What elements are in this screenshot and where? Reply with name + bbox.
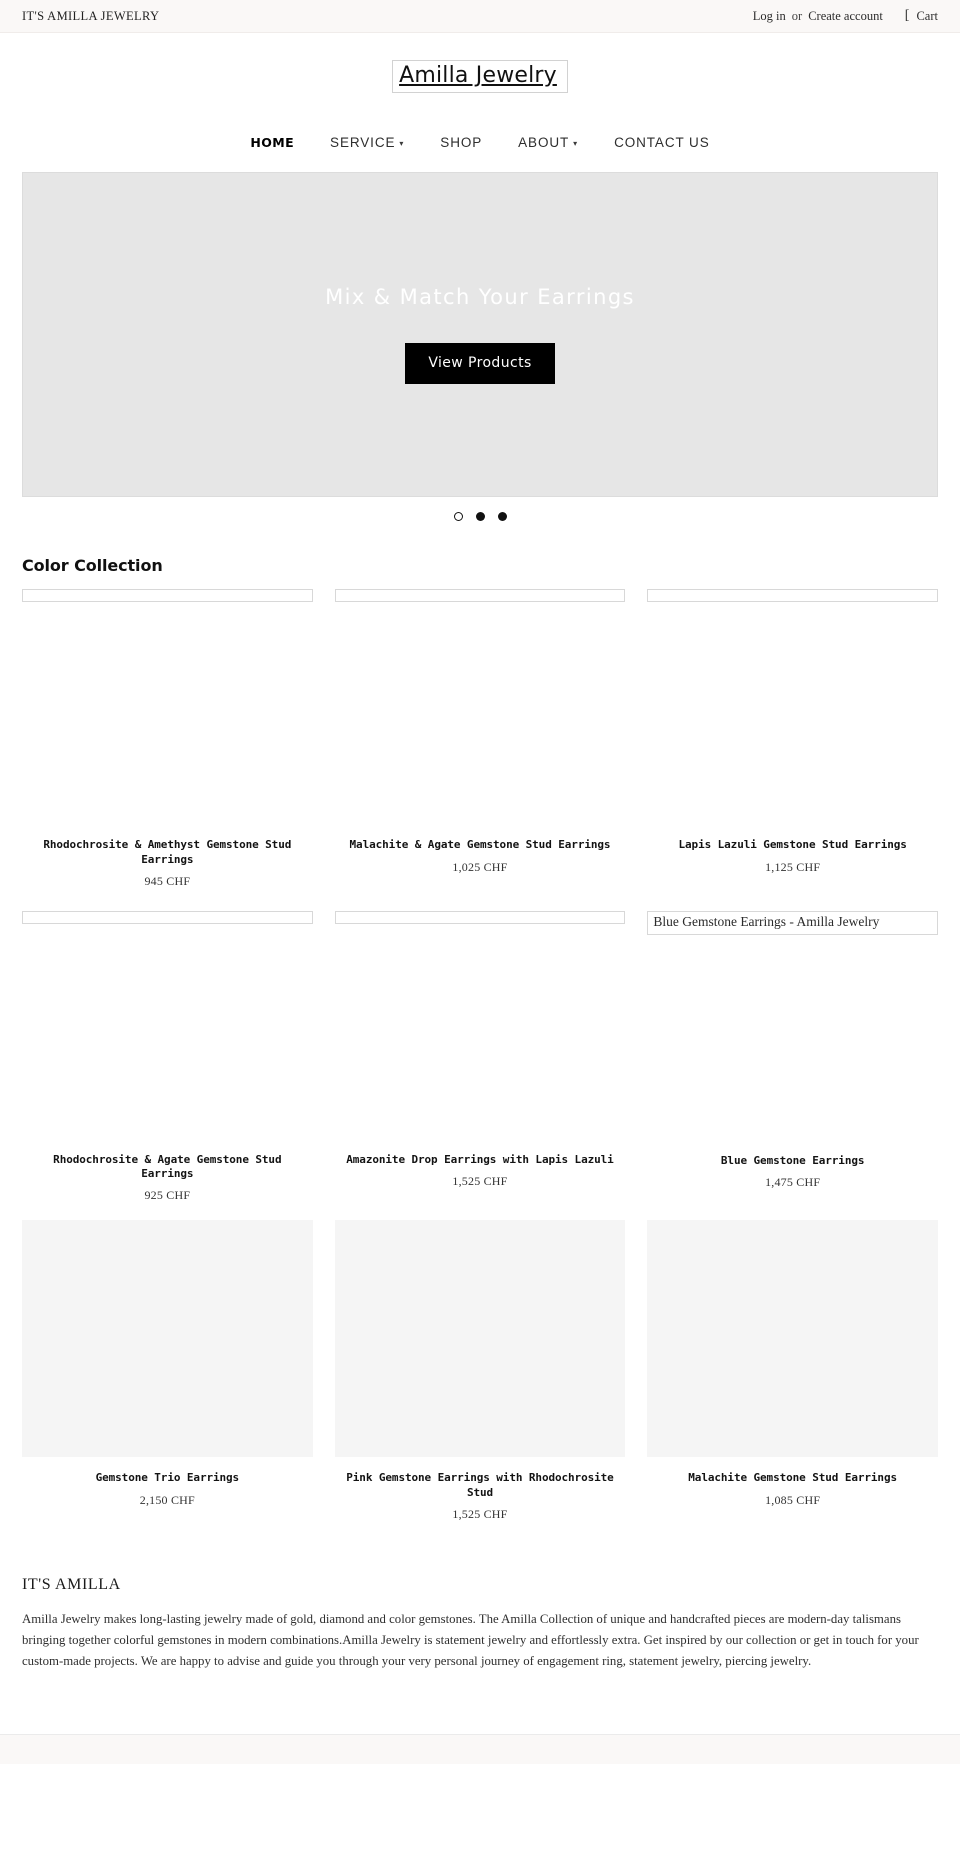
hero-slide: Mix & Match Your Earrings View Products: [22, 172, 938, 498]
product-grid-row-2: Rhodochrosite & Agate Gemstone Stud Earr…: [22, 910, 938, 1204]
product-title: Blue Gemstone Earrings: [720, 1153, 865, 1167]
store-name: IT'S AMILLA JEWELRY: [22, 8, 160, 23]
product-card[interactable]: Malachite Gemstone Stud Earrings 1,085 C…: [647, 1220, 938, 1522]
carousel-dots: [22, 497, 938, 527]
nav-label-home: HOME: [250, 135, 295, 151]
create-account-link[interactable]: Create account: [808, 9, 883, 24]
view-products-button[interactable]: View Products: [405, 343, 555, 385]
hero-heading: Mix & Match Your Earrings: [325, 285, 635, 310]
nav-label-shop: SHOP: [440, 135, 483, 151]
product-title: Amazonite Drop Earrings with Lapis Lazul…: [346, 1152, 614, 1166]
login-link[interactable]: Log in: [753, 9, 786, 24]
product-image[interactable]: [334, 910, 626, 924]
nav-label-service: SERVICE: [330, 135, 396, 151]
product-image[interactable]: [647, 1220, 938, 1458]
account-links: Log in or Create account [ Cart: [753, 9, 938, 24]
main-navigation: HOME SERVICE ▾ SHOP ABOUT ▾ CONTACT US: [0, 99, 960, 172]
product-image-spacer: [335, 924, 626, 1153]
product-price: 1,475 CHF: [765, 1175, 821, 1190]
product-image[interactable]: Blue Gemstone Earrings - Amilla Jewelry: [647, 910, 938, 935]
product-image[interactable]: [647, 589, 938, 603]
product-card[interactable]: Blue Gemstone Earrings - Amilla Jewelry …: [647, 910, 938, 1204]
product-title: Rhodochrosite & Amethyst Gemstone Stud E…: [43, 838, 292, 866]
product-title: Gemstone Trio Earrings: [95, 1471, 240, 1485]
nav-item-service[interactable]: SERVICE ▾: [312, 135, 422, 150]
row-gap: [22, 889, 938, 911]
product-title: Malachite & Agate Gemstone Stud Earrings: [349, 838, 611, 852]
chevron-down-icon: ▾: [573, 139, 579, 149]
carousel-dot-3[interactable]: [497, 512, 507, 522]
product-card[interactable]: Rhodochrosite & Amethyst Gemstone Stud E…: [22, 589, 313, 889]
product-image-spacer: [335, 602, 626, 838]
product-price: 925 CHF: [144, 1188, 191, 1203]
about-section: IT'S AMILLA Amilla Jewelry makes long-la…: [0, 1576, 960, 1671]
product-card[interactable]: Malachite & Agate Gemstone Stud Earrings…: [334, 589, 626, 889]
chevron-down-icon: ▾: [399, 139, 405, 149]
product-price: 1,525 CHF: [452, 1507, 508, 1522]
nav-label-contact-us: CONTACT US: [614, 135, 710, 151]
site-logo[interactable]: Amilla Jewelry: [392, 60, 568, 94]
product-image-spacer: [647, 935, 938, 1154]
product-card[interactable]: Pink Gemstone Earrings with Rhodochrosit…: [334, 1220, 626, 1522]
product-card[interactable]: Rhodochrosite & Agate Gemstone Stud Earr…: [22, 910, 313, 1204]
product-price: 1,525 CHF: [452, 1174, 508, 1189]
product-price: 945 CHF: [144, 873, 191, 888]
product-image[interactable]: [22, 910, 313, 924]
about-body-text: Amilla Jewelry makes long-lasting jewelr…: [22, 1612, 919, 1668]
product-image-spacer: [22, 924, 313, 1153]
nav-label-about: ABOUT: [518, 135, 570, 151]
utility-bar: IT'S AMILLA JEWELRY Log in or Create acc…: [0, 0, 960, 33]
footer-divider: [0, 1734, 960, 1765]
color-collection-section: Color Collection Rhodochrosite & Amethys…: [0, 556, 960, 1522]
product-title: Rhodochrosite & Agate Gemstone Stud Earr…: [53, 1152, 282, 1181]
or-label: or: [791, 8, 803, 23]
product-title: Pink Gemstone Earrings with Rhodochrosit…: [346, 1471, 614, 1499]
product-price: 1,085 CHF: [765, 1492, 821, 1507]
product-image-spacer: [647, 602, 938, 838]
about-title: IT'S AMILLA: [22, 1576, 121, 1594]
row-gap: [22, 1203, 938, 1220]
product-title: Lapis Lazuli Gemstone Stud Earrings: [678, 838, 907, 852]
product-card[interactable]: Lapis Lazuli Gemstone Stud Earrings 1,12…: [647, 589, 938, 889]
product-image[interactable]: [22, 1220, 313, 1458]
product-grid-row-1: Rhodochrosite & Amethyst Gemstone Stud E…: [22, 589, 938, 889]
product-image[interactable]: [334, 1220, 626, 1458]
hero-slideshow-area: Mix & Match Your Earrings View Products: [0, 172, 960, 527]
carousel-dot-2[interactable]: [475, 512, 485, 522]
product-card[interactable]: Gemstone Trio Earrings 2,150 CHF: [22, 1220, 313, 1522]
product-image[interactable]: [334, 589, 626, 603]
product-price: 2,150 CHF: [139, 1492, 195, 1507]
cart-icon: [: [904, 8, 910, 23]
nav-item-home[interactable]: HOME: [232, 135, 312, 150]
product-card[interactable]: Amazonite Drop Earrings with Lapis Lazul…: [334, 910, 626, 1204]
product-price: 1,025 CHF: [452, 859, 508, 874]
product-image[interactable]: [22, 589, 313, 603]
product-image-spacer: [22, 602, 313, 838]
nav-item-about[interactable]: ABOUT ▾: [500, 135, 596, 150]
product-price: 1,125 CHF: [765, 859, 821, 874]
carousel-dot-1[interactable]: [453, 512, 463, 522]
product-title: Malachite Gemstone Stud Earrings: [688, 1471, 898, 1485]
product-grid-row-3: Gemstone Trio Earrings 2,150 CHF Pink Ge…: [22, 1220, 938, 1522]
nav-item-contact-us[interactable]: CONTACT US: [596, 135, 728, 150]
section-title: Color Collection: [22, 556, 163, 576]
cart-link[interactable]: Cart: [916, 9, 938, 24]
header-logo-area: Amilla Jewelry: [0, 33, 960, 99]
nav-item-shop[interactable]: SHOP: [422, 135, 500, 150]
